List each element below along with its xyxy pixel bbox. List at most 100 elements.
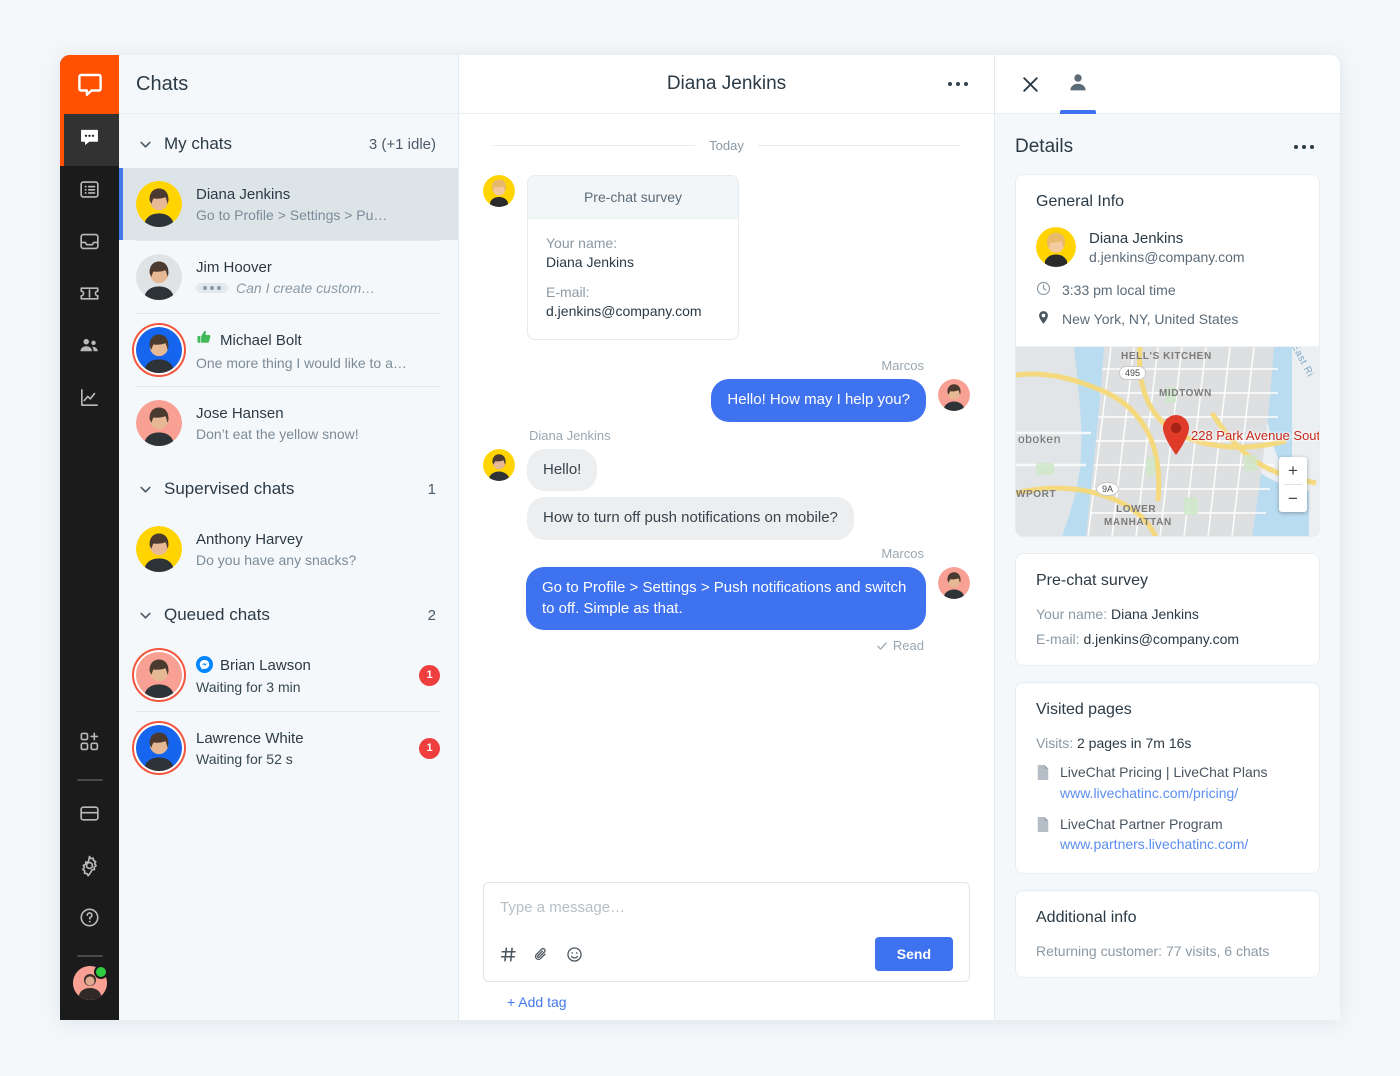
billing-card-icon	[78, 802, 101, 830]
rail-item-archives[interactable]	[60, 166, 119, 218]
chat-list-item[interactable]: Anthony Harvey Do you have any snacks?	[119, 513, 458, 585]
visited-page-url[interactable]: www.livechatinc.com/pricing/	[1060, 785, 1238, 801]
messages-container: Marcos Hello! How may I help you? Diana Je…	[483, 358, 970, 631]
send-button[interactable]: Send	[874, 937, 953, 971]
avatar	[1036, 227, 1076, 267]
rail-item-settings[interactable]	[60, 842, 119, 894]
avatar	[483, 175, 515, 207]
visited-page-url[interactable]: www.partners.livechatinc.com/	[1060, 836, 1248, 852]
chat-item-name-line: Brian Lawson	[196, 655, 411, 675]
chat-item-preview-text: Waiting for 3 min	[196, 678, 301, 695]
messenger-icon	[196, 655, 213, 675]
chat-list-item[interactable]: Michael Bolt One more thing I would like …	[119, 314, 458, 386]
day-separator-label: Today	[709, 138, 744, 153]
visited-page-item[interactable]: LiveChat Pricing | LiveChat Plans www.liv…	[1036, 763, 1299, 803]
rail-item-reports[interactable]	[60, 374, 119, 426]
message-sender-label: Marcos	[881, 546, 924, 562]
chat-item-meta: Anthony Harvey Do you have any snacks?	[196, 531, 440, 568]
message-list: Today Pre-chat survey Your name: Diana J…	[459, 114, 994, 882]
chat-item-preview-text: One more thing I would like to a…	[196, 355, 407, 371]
survey-message-row: Pre-chat survey Your name: Diana Jenkins…	[483, 175, 970, 340]
chat-item-name: Brian Lawson	[220, 656, 311, 674]
chat-group-header-queued-chats[interactable]: Queued chats 2	[119, 585, 458, 639]
message-row: How to turn off push notifications on mo…	[483, 497, 970, 541]
message-bubble: Go to Profile > Settings > Push notifica…	[526, 567, 926, 631]
paperclip-attach-icon[interactable]	[533, 946, 550, 963]
add-tag-button[interactable]: + Add tag	[483, 982, 970, 1020]
avatar	[136, 652, 182, 698]
survey-email-value: d.jenkins@company.com	[546, 303, 702, 319]
chat-group-count: 2	[427, 606, 436, 624]
map-zoom-in-button[interactable]: +	[1279, 457, 1307, 484]
chat-group-count: 3 (+1 idle)	[368, 135, 436, 153]
pre-chat-survey-card: Pre-chat survey Your name: Diana Jenkins…	[527, 175, 739, 340]
person-icon	[1067, 71, 1089, 98]
rail-item-billing[interactable]	[60, 790, 119, 842]
local-time-value: 3:33 pm local time	[1062, 282, 1176, 298]
customer-email: d.jenkins@company.com	[1089, 248, 1245, 265]
read-receipt: Read	[483, 638, 924, 653]
chat-list-item[interactable]: Lawrence White Waiting for 52 s 1	[119, 712, 458, 784]
chat-list-item[interactable]: Jim Hoover Can I create custom…	[119, 241, 458, 313]
composer-wrapper: Send + Add tag	[459, 882, 994, 1020]
customer-name: Diana Jenkins	[1089, 229, 1184, 247]
chat-list-body[interactable]: My chats 3 (+1 idle) Diana Jenkins Go to Pr…	[119, 114, 458, 1020]
chat-list-item[interactable]: Diana Jenkins Go to Profile > Settings > …	[119, 168, 458, 240]
avatar	[136, 526, 182, 572]
rail-item-apps[interactable]	[60, 718, 119, 770]
chat-item-name: Diana Jenkins	[196, 185, 291, 203]
chat-group-name: Supervised chats	[164, 479, 295, 498]
chat-item-name-line: Lawrence White	[196, 730, 411, 747]
current-agent-avatar[interactable]	[72, 965, 108, 1000]
rail-item-chats[interactable]	[60, 114, 119, 166]
chevron-down-icon	[136, 135, 154, 153]
chat-item-preview: Do you have any snacks?	[196, 552, 440, 568]
chat-item-preview: Go to Profile > Settings > Pu…	[196, 207, 440, 223]
page-document-icon	[1036, 816, 1050, 837]
details-title: Details	[1015, 136, 1074, 157]
chat-list-item[interactable]: Brian Lawson Waiting for 3 min 1	[119, 639, 458, 711]
chat-list-item[interactable]: Jose Hansen Don’t eat the yellow snow!	[119, 387, 458, 459]
composer-toolbar: Send	[500, 937, 953, 971]
additional-info-card: Additional info Returning customer: 77 v…	[1015, 889, 1320, 978]
chat-group-header-my-chats[interactable]: My chats 3 (+1 idle)	[119, 114, 458, 168]
read-receipt-label: Read	[892, 638, 924, 654]
hash-canned-response-icon[interactable]	[500, 946, 517, 963]
analytics-chart-icon	[78, 386, 101, 414]
chat-group-header-supervised-chats[interactable]: Supervised chats 1	[119, 459, 458, 513]
customer-identity-text: Diana Jenkins d.jenkins@company.com	[1089, 230, 1245, 265]
visited-page-item[interactable]: LiveChat Partner Program www.partners.liv…	[1036, 815, 1299, 855]
tab-customer-details[interactable]	[1060, 55, 1096, 114]
rail-item-tickets[interactable]	[60, 270, 119, 322]
message-bubble: How to turn off push notifications on mo…	[527, 497, 854, 541]
general-info-card: General Info Diana Jenkins d.jenkins@com…	[1015, 174, 1320, 537]
chat-options-menu-icon[interactable]	[942, 76, 974, 92]
check-icon	[877, 642, 887, 650]
survey-name-label: Your name:	[546, 235, 618, 251]
chat-item-preview: One more thing I would like to a…	[196, 355, 440, 371]
details-survey-email-row: E-mail: d.jenkins@company.com	[1036, 631, 1299, 647]
rail-item-help[interactable]	[60, 894, 119, 946]
emoji-smiley-icon[interactable]	[566, 946, 583, 963]
chat-item-meta: Lawrence White Waiting for 52 s	[196, 730, 411, 767]
location-map[interactable]: HELL'S KITCHEN MIDTOWN oboken WPORT LOWE…	[1016, 346, 1319, 536]
gear-icon	[78, 854, 101, 882]
close-x-icon[interactable]	[1015, 55, 1045, 114]
inbox-tray-icon	[78, 230, 101, 258]
details-survey-card: Pre-chat survey Your name: Diana Jenkins…	[1015, 553, 1320, 666]
message-input[interactable]	[500, 899, 953, 937]
rail-item-team[interactable]	[60, 322, 119, 374]
livechat-logo-icon[interactable]	[60, 55, 119, 114]
details-options-menu-icon[interactable]	[1288, 139, 1320, 155]
visited-pages-list: LiveChat Pricing | LiveChat Plans www.liv…	[1036, 763, 1299, 855]
rail-item-inbox[interactable]	[60, 218, 119, 270]
rail-divider	[76, 779, 103, 781]
survey-email-label: E-mail:	[546, 284, 590, 300]
help-circle-icon	[78, 906, 101, 934]
returning-customer-row: Returning customer: 77 visits, 6 chats	[1036, 943, 1299, 959]
visited-pages-card: Visited pages Visits: 2 pages in 7m 16s …	[1015, 682, 1320, 874]
returning-customer-value: Returning customer: 77 visits, 6 chats	[1036, 942, 1270, 959]
details-survey-name-value: Diana Jenkins	[1110, 606, 1199, 622]
map-zoom-controls[interactable]: + −	[1279, 457, 1307, 512]
map-zoom-out-button[interactable]: −	[1279, 485, 1307, 512]
